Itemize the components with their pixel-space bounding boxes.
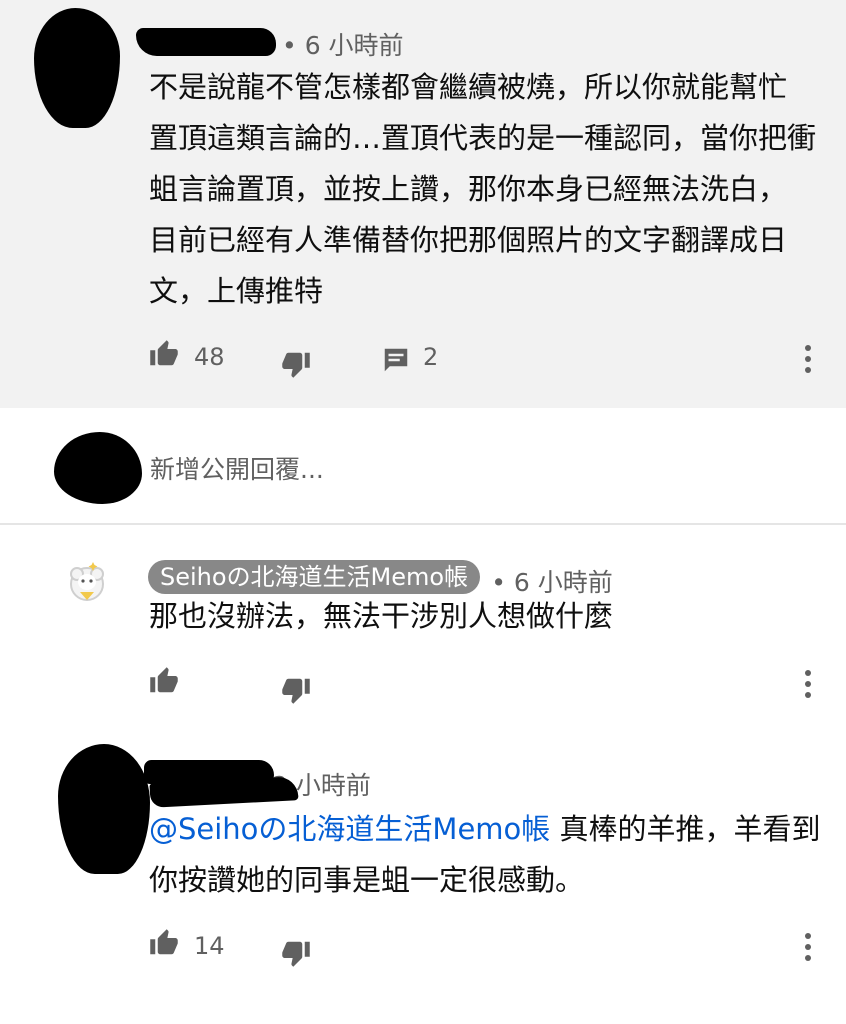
reply-count: 2 <box>423 343 439 371</box>
divider <box>0 523 846 525</box>
dislike-button[interactable] <box>280 938 312 968</box>
avatar[interactable] <box>58 744 150 874</box>
dislike-button[interactable] <box>280 349 312 379</box>
like-count: 48 <box>194 343 225 371</box>
like-button[interactable] <box>148 928 180 958</box>
avatar[interactable] <box>64 560 110 606</box>
reply-text: @Seihoの北海道生活Memo帳 真棒的羊推，羊看到 你按讚她的同事是蛆一定很… <box>149 804 829 906</box>
more-vert-icon <box>805 345 811 351</box>
thumbs-up-icon <box>150 929 178 955</box>
reply-text: 那也沒辦法，無法干涉別人想做什麼 <box>149 599 614 633</box>
comment-icon <box>384 348 408 372</box>
thumbs-up-icon <box>150 667 178 693</box>
comment-line: 置頂這類言論的…置頂代表的是一種認同，當你把衝 <box>149 121 817 155</box>
comment-line: 目前已經有人準備替你把那個照片的文字翻譯成日 <box>149 223 788 257</box>
user-avatar <box>54 432 142 504</box>
comment-line: 不是說龍不管怎樣都會繼續被燒，所以你就能幫忙 <box>149 70 788 104</box>
sheep-avatar-icon <box>70 562 104 601</box>
highlighted-comment: • 6 小時前 不是說龍不管怎樣都會繼續被燒，所以你就能幫忙 置頂這類言論的…置… <box>0 0 846 408</box>
mention-link[interactable]: @Seihoの北海道生活Memo帳 <box>149 812 550 846</box>
more-options-button[interactable] <box>805 933 813 963</box>
reply-line-text: 真棒的羊推，羊看到 <box>550 812 821 846</box>
thumbs-down-icon <box>282 941 310 967</box>
author-name[interactable] <box>136 28 276 56</box>
reply-input[interactable] <box>148 448 792 490</box>
more-vert-icon <box>805 933 811 939</box>
avatar[interactable] <box>34 8 120 128</box>
like-count: 14 <box>194 932 225 960</box>
reply-button[interactable] <box>381 345 411 375</box>
comment-text: 不是說龍不管怎樣都會繼續被燒，所以你就能幫忙 置頂這類言論的…置頂代表的是一種認… <box>149 62 829 317</box>
reply-line: 你按讚她的同事是蛆一定很感動。 <box>149 863 585 897</box>
comment-line: 文，上傳推特 <box>149 274 324 308</box>
thumbs-up-icon <box>150 340 178 366</box>
author-badge[interactable]: Seihoの北海道生活Memo帳 <box>148 560 481 594</box>
reply-header: Seihoの北海道生活Memo帳 • 6 小時前 <box>148 560 613 597</box>
comment-timestamp: • 6 小時前 <box>282 31 404 60</box>
more-options-button[interactable] <box>805 670 813 700</box>
more-options-button[interactable] <box>805 345 813 375</box>
thumbs-down-icon <box>282 352 310 378</box>
comment-line: 蛆言論置頂，並按上讚，那你本身已經無法洗白， <box>149 172 788 206</box>
dislike-button[interactable] <box>280 675 312 705</box>
like-button[interactable] <box>148 339 180 369</box>
like-button[interactable] <box>148 666 180 696</box>
more-vert-icon <box>805 670 811 676</box>
thumbs-down-icon <box>282 678 310 704</box>
reply-line: @Seihoの北海道生活Memo帳 真棒的羊推，羊看到 <box>149 804 829 855</box>
